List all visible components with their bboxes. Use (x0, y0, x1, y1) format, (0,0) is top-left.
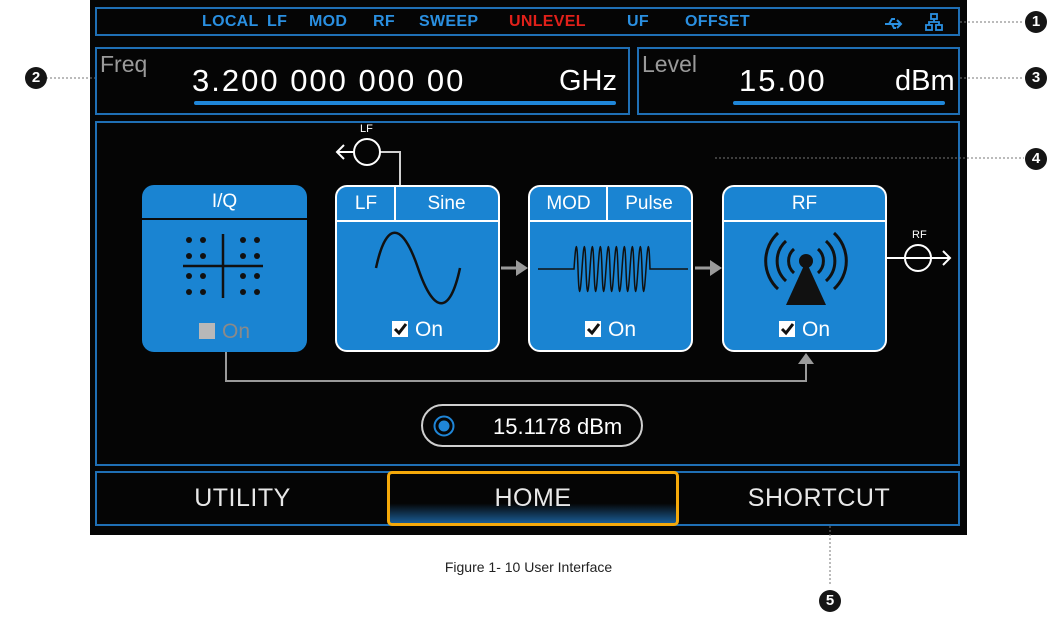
rf-block[interactable]: RF On (722, 185, 887, 352)
rf-title: RF (791, 193, 818, 214)
rf-on-label: On (801, 318, 830, 341)
callout-1: 1 (1025, 11, 1047, 33)
lf-header-divider (337, 220, 498, 222)
shortcut-softkey[interactable]: SHORTCUT (684, 471, 954, 526)
mod-header-divider (530, 220, 691, 222)
iq-block[interactable]: I/Q On (142, 185, 307, 352)
lf-checkbox[interactable] (391, 321, 408, 337)
iq-header-divider (142, 218, 307, 220)
lf-title: LF (354, 193, 378, 214)
rf-on-toggle[interactable]: On (724, 318, 885, 342)
lf-on-toggle[interactable]: On (337, 318, 498, 342)
constellation-icon (183, 234, 263, 298)
iq-on-toggle[interactable]: On (142, 320, 307, 344)
mod-type[interactable]: Pulse (607, 187, 691, 220)
mod-on-toggle[interactable]: On (530, 318, 691, 342)
mod-header-divider-v (606, 187, 608, 220)
lf-output-label: LF (360, 123, 373, 135)
sine-wave-icon (374, 231, 462, 305)
utility-softkey[interactable]: UTILITY (100, 471, 385, 526)
rf-output-label: RF (912, 229, 927, 241)
lf-on-label: On (414, 318, 443, 341)
lf-waveform[interactable]: Sine (395, 187, 498, 220)
iq-title: I/Q (211, 191, 238, 212)
pulse-mod-icon (538, 245, 688, 293)
rf-checkbox[interactable] (778, 321, 795, 337)
callout-4: 4 (1025, 148, 1047, 170)
antenna-icon (764, 231, 848, 305)
rf-header-divider (724, 220, 885, 222)
callout-2: 2 (25, 67, 47, 89)
figure-caption: Figure 1- 10 User Interface (444, 559, 613, 575)
mod-on-label: On (607, 318, 636, 341)
lf-block[interactable]: LF Sine On (335, 185, 500, 352)
callout-5: 5 (819, 590, 841, 612)
radio-indicator-icon (433, 415, 455, 437)
mod-title: MOD (546, 193, 591, 214)
mod-block[interactable]: MOD Pulse On (528, 185, 693, 352)
callout-3: 3 (1025, 67, 1047, 89)
iq-on-label: On (221, 320, 250, 343)
power-readout-value: 15.1178 dBm (493, 414, 623, 439)
iq-checkbox[interactable] (198, 323, 215, 339)
mod-checkbox[interactable] (584, 321, 601, 337)
lf-header-divider-v (394, 187, 396, 220)
home-softkey[interactable]: HOME (387, 471, 679, 526)
power-readout[interactable]: 15.1178 dBm (421, 404, 643, 447)
